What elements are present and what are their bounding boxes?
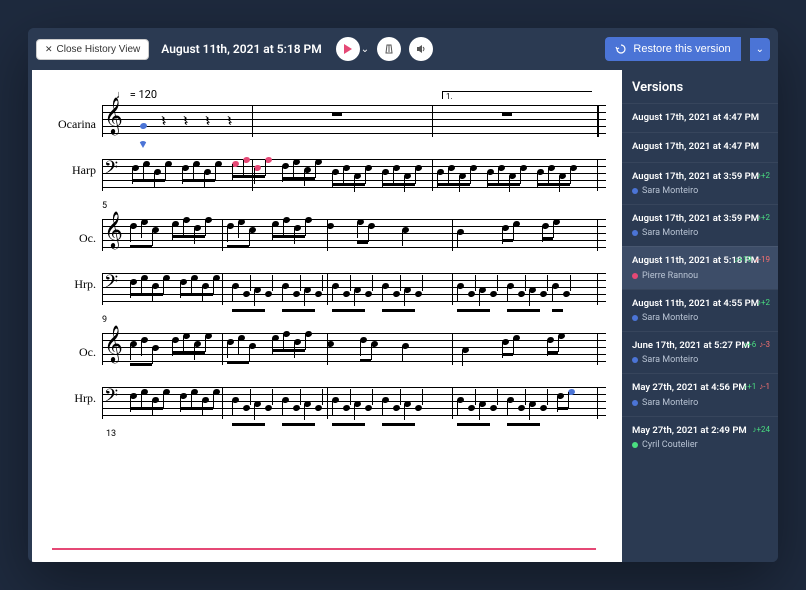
- staff-harp: 𝄢: [102, 155, 606, 193]
- version-date: May 27th, 2021 at 2:49 PM: [632, 425, 768, 437]
- staff-harp: 𝄢: [102, 269, 606, 307]
- stat-additions: ♪+2: [757, 213, 770, 222]
- restore-dropdown-button[interactable]: ⌄: [750, 38, 770, 61]
- instrument-label: Harp: [48, 163, 96, 178]
- instrument-label: Ocarina: [48, 117, 96, 132]
- user-color-dot: [632, 400, 638, 406]
- version-user: Sara Monteiro: [632, 398, 768, 408]
- version-item[interactable]: May 27th, 2021 at 2:49 PM Cyril Coutelier…: [622, 416, 778, 458]
- version-user: Cyril Coutelier: [632, 440, 768, 450]
- user-color-dot: [632, 188, 638, 194]
- edit-marker-icon: [139, 141, 147, 148]
- staff-ocarina: 𝄞 1.: [102, 101, 606, 139]
- staff-ocarina: 5 𝄞: [102, 215, 606, 253]
- user-color-dot: [632, 357, 638, 363]
- system-1: Ocarina Harp 𝄞 1.: [48, 101, 606, 193]
- volta-bracket: 1.: [442, 91, 592, 99]
- volume-button[interactable]: [409, 37, 433, 61]
- version-title: August 11th, 2021 at 5:18 PM: [161, 42, 321, 56]
- stat-additions: ♪+6: [743, 340, 756, 349]
- version-user: Sara Monteiro: [632, 313, 768, 323]
- stat-additions: ♪+19: [734, 255, 752, 264]
- version-user: Sara Monteiro: [632, 228, 768, 238]
- close-label: Close History View: [57, 44, 141, 55]
- user-color-dot: [632, 315, 638, 321]
- close-history-button[interactable]: ✕ Close History View: [36, 39, 149, 60]
- version-user: Pierre Rannou: [632, 271, 768, 281]
- instrument-label-abbr: Oc.: [48, 345, 96, 360]
- close-icon: ✕: [45, 44, 53, 55]
- score-area[interactable]: ♩ = 120 Ocarina Harp 𝄞 1.: [32, 70, 622, 562]
- staff-ocarina: 9 𝄞: [102, 329, 606, 367]
- version-user: Sara Monteiro: [632, 186, 768, 196]
- version-item[interactable]: August 11th, 2021 at 5:18 PMPierre Ranno…: [622, 246, 778, 288]
- progress-thumb[interactable]: [596, 543, 608, 555]
- restore-button[interactable]: Restore this version: [605, 37, 740, 61]
- metronome-button[interactable]: [377, 37, 401, 61]
- version-item[interactable]: May 27th, 2021 at 4:56 PMSara Monteiro♪+…: [622, 373, 778, 415]
- version-date: August 17th, 2021 at 4:47 PM: [632, 112, 768, 124]
- score: ♩ = 120 Ocarina Harp 𝄞 1.: [32, 70, 622, 469]
- version-user: Sara Monteiro: [632, 355, 768, 365]
- stat-deletions: ♪-1: [759, 382, 770, 391]
- user-color-dot: [632, 442, 638, 448]
- app-window: ✕ Close History View August 11th, 2021 a…: [28, 28, 778, 562]
- version-item[interactable]: August 17th, 2021 at 4:47 PM: [622, 103, 778, 132]
- version-date: August 17th, 2021 at 3:59 PM: [632, 213, 768, 225]
- restore-label: Restore this version: [633, 43, 730, 55]
- system-3: Oc. Hrp. 9 𝄞 𝄢: [48, 329, 606, 421]
- version-date: August 11th, 2021 at 4:55 PM: [632, 298, 768, 310]
- versions-panel: Versions August 17th, 2021 at 4:47 PMAug…: [622, 70, 778, 562]
- versions-header: Versions: [622, 70, 778, 103]
- version-item[interactable]: August 17th, 2021 at 4:47 PM: [622, 132, 778, 161]
- version-item[interactable]: June 17th, 2021 at 5:27 PMSara Monteiro♪…: [622, 331, 778, 373]
- measure-number: 9: [102, 315, 107, 325]
- version-item[interactable]: August 11th, 2021 at 4:55 PM Sara Monteir…: [622, 289, 778, 331]
- measure-number: 5: [102, 201, 107, 211]
- stat-deletions: ♪-19: [755, 255, 770, 264]
- stat-additions: ♪+1: [743, 382, 756, 391]
- version-date: August 17th, 2021 at 4:47 PM: [632, 141, 768, 153]
- version-item[interactable]: August 17th, 2021 at 3:59 PM Sara Monteir…: [622, 204, 778, 246]
- instrument-label-abbr: Hrp.: [48, 277, 96, 292]
- user-color-dot: [632, 273, 638, 279]
- stat-deletions: ♪-3: [759, 340, 770, 349]
- instrument-label-abbr: Hrp.: [48, 391, 96, 406]
- toolbar: ✕ Close History View August 11th, 2021 a…: [28, 28, 778, 70]
- version-item[interactable]: August 17th, 2021 at 3:59 PM Sara Monteir…: [622, 162, 778, 204]
- stat-additions: ♪+2: [757, 298, 770, 307]
- version-date: August 17th, 2021 at 3:59 PM: [632, 171, 768, 183]
- stat-additions: ♪+2: [757, 171, 770, 180]
- chevron-down-icon[interactable]: ⌄: [361, 44, 369, 55]
- instrument-label-abbr: Oc.: [48, 231, 96, 246]
- restore-icon: [615, 43, 627, 55]
- measure-number: 13: [106, 429, 622, 439]
- versions-list: August 17th, 2021 at 4:47 PM August 17th,…: [622, 103, 778, 458]
- stat-additions: ♪+24: [752, 425, 770, 434]
- content-area: ♩ = 120 Ocarina Harp 𝄞 1.: [28, 70, 778, 562]
- user-color-dot: [632, 230, 638, 236]
- system-2: Oc. Hrp. 5 𝄞 𝄢: [48, 215, 606, 307]
- playback-progress[interactable]: [52, 548, 602, 550]
- play-button[interactable]: [336, 37, 360, 61]
- staff-harp: 𝄢: [102, 383, 606, 421]
